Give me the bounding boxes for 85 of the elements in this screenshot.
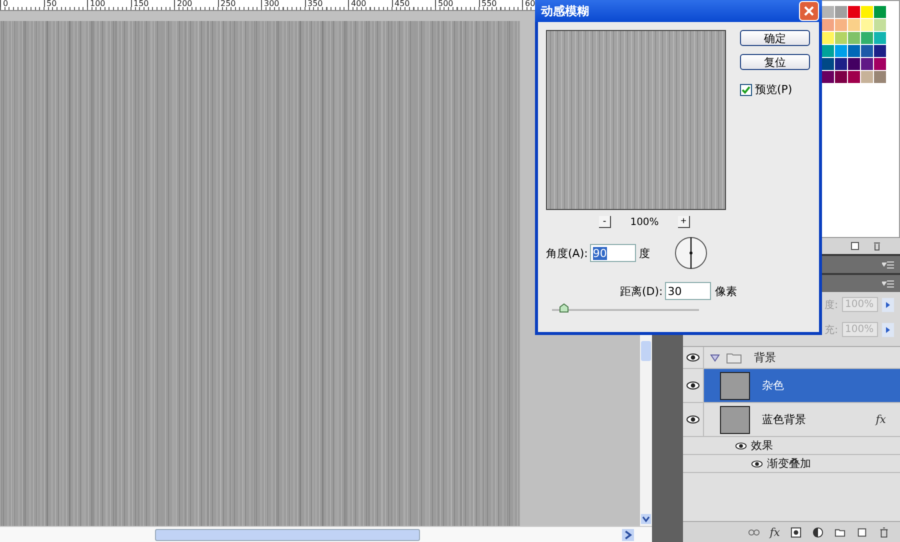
color-swatch[interactable] bbox=[848, 58, 860, 70]
distance-input[interactable]: 30 bbox=[664, 282, 711, 300]
angle-dial-icon[interactable] bbox=[674, 236, 708, 270]
fill-label: 充: bbox=[824, 324, 838, 336]
group-name: 背景 bbox=[754, 350, 776, 365]
color-swatch[interactable] bbox=[861, 6, 873, 18]
color-swatch[interactable] bbox=[822, 6, 834, 18]
eye-icon[interactable] bbox=[686, 415, 700, 424]
mask-icon[interactable] bbox=[790, 526, 802, 538]
menu-icon[interactable] bbox=[882, 260, 894, 268]
layer-thumbnail bbox=[720, 372, 750, 400]
fx-label: fx bbox=[876, 413, 886, 426]
eye-icon[interactable] bbox=[751, 460, 763, 468]
half-circle-icon[interactable] bbox=[812, 526, 824, 538]
arrow-right-icon[interactable] bbox=[882, 298, 894, 312]
fx-button[interactable]: fx bbox=[770, 526, 780, 538]
new-page-icon[interactable] bbox=[850, 241, 860, 251]
color-swatch[interactable] bbox=[822, 58, 834, 70]
zoom-value: 100% bbox=[629, 216, 660, 228]
expand-triangle-icon[interactable] bbox=[710, 354, 720, 362]
distance-label: 距离(D): bbox=[620, 284, 663, 298]
new-page-icon[interactable] bbox=[856, 526, 868, 538]
angle-input[interactable]: 90 bbox=[590, 244, 636, 262]
effect-name: 效果 bbox=[751, 438, 773, 453]
zoom-out-button[interactable]: - bbox=[599, 216, 611, 228]
color-swatch[interactable] bbox=[874, 45, 886, 57]
angle-label: 角度(A): bbox=[546, 246, 588, 260]
trash-icon[interactable] bbox=[872, 241, 882, 251]
layer-row[interactable]: 蓝色背景 fx bbox=[683, 403, 900, 437]
eye-icon[interactable] bbox=[686, 381, 700, 390]
effect-row[interactable]: 效果 bbox=[683, 437, 900, 455]
color-swatch[interactable] bbox=[874, 19, 886, 31]
dialog-button[interactable]: 确定 bbox=[740, 30, 810, 46]
color-swatch[interactable] bbox=[835, 71, 847, 83]
color-swatch[interactable] bbox=[874, 32, 886, 44]
color-swatch[interactable] bbox=[835, 58, 847, 70]
scroll-down-icon[interactable] bbox=[641, 514, 651, 524]
color-swatch[interactable] bbox=[861, 45, 873, 57]
scroll-right-icon[interactable] bbox=[622, 528, 634, 541]
color-swatch[interactable] bbox=[861, 19, 873, 31]
folder-icon bbox=[726, 352, 742, 364]
color-swatch[interactable] bbox=[822, 32, 834, 44]
color-swatch[interactable] bbox=[822, 45, 834, 57]
eye-icon[interactable] bbox=[686, 353, 700, 362]
close-icon[interactable] bbox=[799, 1, 819, 21]
layer-row[interactable]: 杂色 bbox=[683, 369, 900, 403]
color-swatch[interactable] bbox=[874, 71, 886, 83]
color-swatch[interactable] bbox=[848, 71, 860, 83]
dialog-button[interactable]: 复位 bbox=[740, 54, 810, 70]
color-swatch[interactable] bbox=[822, 19, 834, 31]
trash-icon[interactable] bbox=[878, 526, 890, 538]
color-swatch[interactable] bbox=[835, 45, 847, 57]
color-swatch[interactable] bbox=[848, 32, 860, 44]
color-swatch[interactable] bbox=[835, 32, 847, 44]
effect-name: 渐变叠加 bbox=[767, 456, 811, 471]
color-swatch[interactable] bbox=[835, 6, 847, 18]
color-swatch[interactable] bbox=[822, 71, 834, 83]
color-swatch[interactable] bbox=[861, 58, 873, 70]
color-swatch[interactable] bbox=[848, 45, 860, 57]
color-swatch[interactable] bbox=[874, 58, 886, 70]
eye-icon[interactable] bbox=[735, 442, 747, 450]
color-swatch[interactable] bbox=[848, 19, 860, 31]
color-swatch[interactable] bbox=[874, 6, 886, 18]
layer-name: 蓝色背景 bbox=[762, 412, 806, 427]
preview-label: 预览(P) bbox=[755, 82, 792, 97]
menu-icon[interactable] bbox=[882, 280, 894, 288]
layer-thumbnail bbox=[720, 406, 750, 434]
distance-unit: 像素 bbox=[714, 284, 737, 298]
checkbox[interactable] bbox=[740, 84, 752, 96]
angle-unit: 度 bbox=[638, 246, 650, 260]
color-swatch[interactable] bbox=[835, 19, 847, 31]
color-swatch[interactable] bbox=[848, 6, 860, 18]
horizontal-scrollbar[interactable] bbox=[0, 526, 652, 542]
effect-row[interactable]: 渐变叠加 bbox=[683, 455, 900, 473]
zoom-in-button[interactable]: + bbox=[678, 216, 690, 228]
color-swatch[interactable] bbox=[861, 71, 873, 83]
link-icon[interactable] bbox=[748, 526, 760, 538]
slider-thumb[interactable] bbox=[558, 303, 569, 313]
color-swatch[interactable] bbox=[861, 32, 873, 44]
scrollbar-thumb[interactable] bbox=[641, 340, 651, 361]
arrow-right-icon[interactable] bbox=[882, 322, 894, 336]
opacity-label: 度: bbox=[824, 298, 838, 312]
layer-name: 杂色 bbox=[762, 378, 784, 393]
folder-icon[interactable] bbox=[834, 526, 846, 538]
scrollbar-thumb[interactable] bbox=[155, 528, 420, 541]
